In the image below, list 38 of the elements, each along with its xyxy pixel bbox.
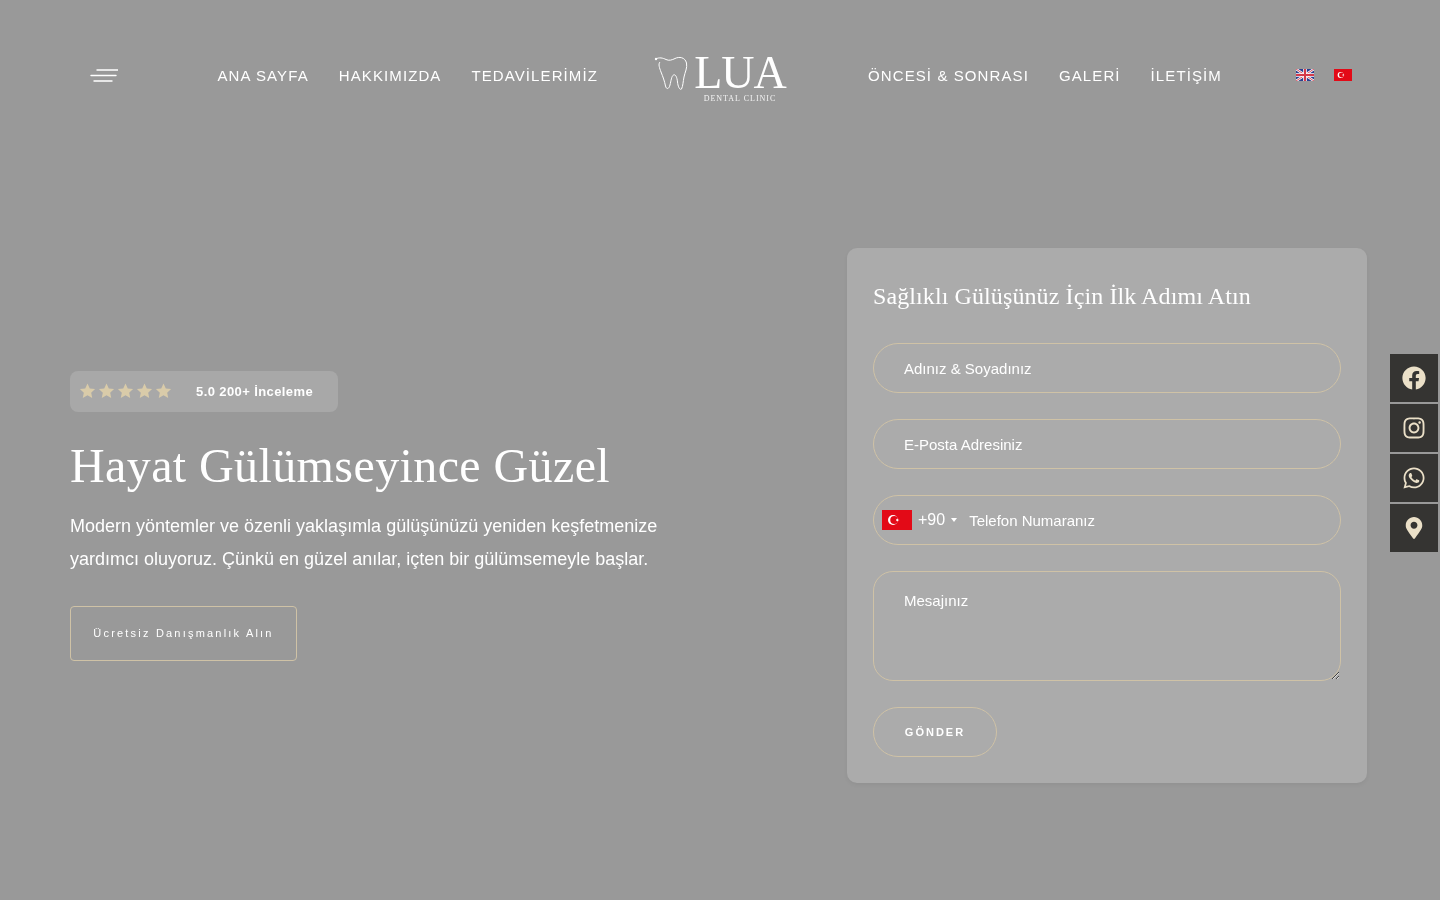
nav-link[interactable]: ÖNCESİ & SONRASI <box>868 66 1029 84</box>
turkey-flag-icon <box>882 510 912 530</box>
nav-link[interactable]: ANA SAYFA <box>217 66 309 84</box>
whatsapp-icon <box>1402 466 1426 490</box>
star-icon <box>79 383 96 399</box>
consultation-button[interactable]: Ücretsiz Danışmanlık Alın <box>70 605 297 661</box>
star-icon <box>117 383 134 399</box>
logo-wordmark: LUA <box>694 52 786 93</box>
country-code-select[interactable]: +90 <box>882 510 958 530</box>
message-field[interactable]: Mesajınız <box>873 571 1341 681</box>
whatsapp-link[interactable] <box>1390 454 1438 502</box>
facebook-icon <box>1402 366 1426 390</box>
location-link[interactable] <box>1390 504 1438 552</box>
hero-title: Hayat Gülümseyince Güzel <box>70 437 611 494</box>
nav-link[interactable]: İLETİŞİM <box>1150 66 1222 84</box>
caret-icon <box>951 518 958 522</box>
form-title: Sağlıklı Gülüşünüz İçin İlk Adımı Atın <box>873 282 1252 311</box>
hero-description: Modern yöntemler ve özenli yaklaşımla gülüşünüzü yeniden keşfetmenize yardımcı oluyoruz. Çünkü en güzel anılar, içten bir gülümsemeyle başlar. <box>70 514 659 571</box>
phone-field[interactable]: +90 Telefon Numaranız <box>873 495 1341 545</box>
facebook-link[interactable] <box>1390 354 1438 402</box>
instagram-icon <box>1402 416 1426 440</box>
logo-tagline: DENTAL CLINIC <box>703 93 777 104</box>
uk-flag-icon[interactable] <box>1296 69 1314 81</box>
email-field[interactable]: E-Posta Adresiniz <box>873 419 1341 469</box>
nav-link[interactable]: GALERİ <box>1058 66 1121 84</box>
star-icon <box>155 383 172 399</box>
star-icon <box>98 383 115 399</box>
tooth-logo-icon <box>654 54 689 91</box>
star-icon <box>136 383 153 399</box>
nav-link[interactable]: HAKKIMIZDA <box>338 66 442 84</box>
menu-icon[interactable] <box>89 68 118 82</box>
nav-link[interactable]: TEDAVİLERİMİZ <box>471 66 598 84</box>
turkey-flag-icon[interactable] <box>1334 69 1352 81</box>
submit-button[interactable]: GÖNDER <box>873 707 997 757</box>
rating-text: 5.0 200+ İnceleme <box>196 383 314 399</box>
name-field[interactable]: Adınız & Soyadınız <box>873 343 1341 393</box>
instagram-link[interactable] <box>1390 404 1438 452</box>
map-pin-icon <box>1403 517 1425 539</box>
